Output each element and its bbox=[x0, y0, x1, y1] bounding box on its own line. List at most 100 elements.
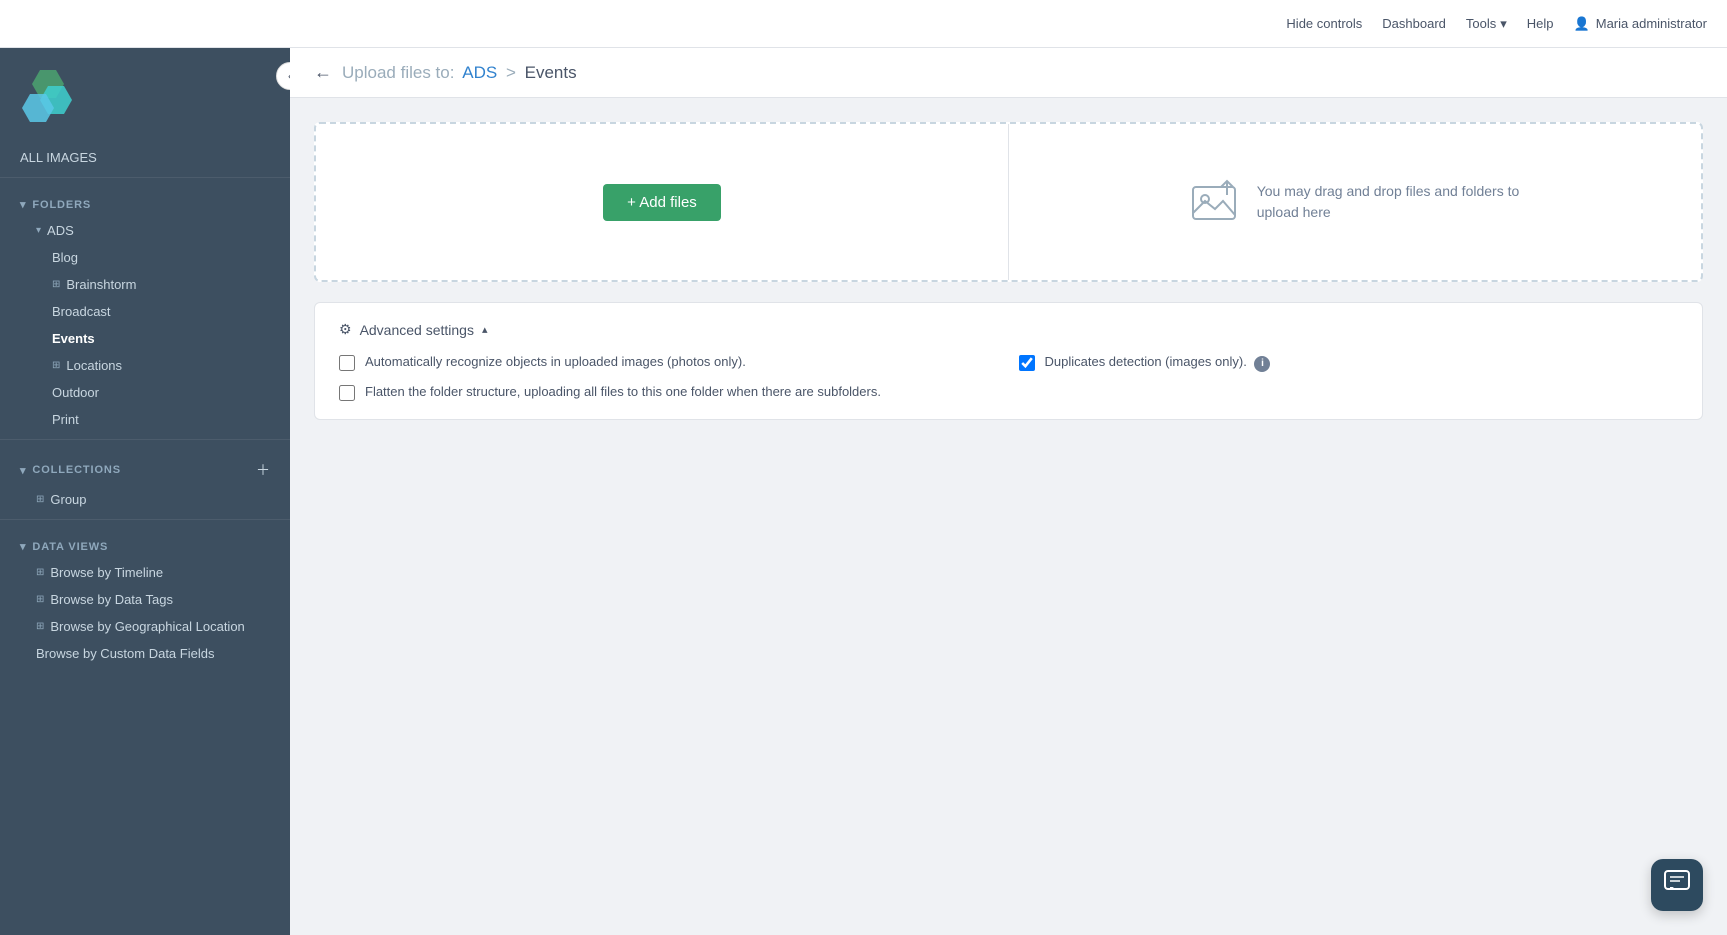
sidebar-item-brainshtorm[interactable]: ⊞ Brainshtorm bbox=[0, 271, 290, 298]
collections-add-icon[interactable]: ＋ bbox=[256, 460, 270, 480]
checkbox-auto-recognize[interactable] bbox=[339, 355, 355, 371]
all-images-label: ALL IMAGES bbox=[20, 150, 97, 165]
sidebar-item-locations[interactable]: ⊞ Locations bbox=[0, 352, 290, 379]
collections-section-label: ▾ COLLECTIONS bbox=[20, 464, 121, 477]
data-views-chevron-icon: ▾ bbox=[20, 540, 26, 553]
hide-controls-link[interactable]: Hide controls bbox=[1286, 16, 1362, 31]
checkbox-duplicates-row: Duplicates detection (images only). i bbox=[1019, 354, 1679, 372]
sidebar-item-outdoor[interactable]: Outdoor bbox=[0, 379, 290, 406]
user-icon: 👤 bbox=[1574, 16, 1590, 32]
checkbox-columns: Automatically recognize objects in uploa… bbox=[339, 354, 1678, 372]
path-ads-link[interactable]: ADS bbox=[462, 63, 497, 82]
broadcast-label: Broadcast bbox=[52, 304, 111, 319]
sidebar-item-browse-timeline[interactable]: ⊞ Browse by Timeline bbox=[0, 559, 290, 586]
app-logo bbox=[20, 66, 84, 130]
chat-button[interactable] bbox=[1651, 859, 1703, 911]
browse-data-tags-expand-icon: ⊞ bbox=[36, 594, 44, 605]
divider-2 bbox=[0, 439, 290, 440]
sidebar-item-print[interactable]: Print bbox=[0, 406, 290, 433]
browse-geo-expand-icon: ⊞ bbox=[36, 621, 44, 632]
browse-timeline-expand-icon: ⊞ bbox=[36, 567, 44, 578]
checkbox-flatten[interactable] bbox=[339, 385, 355, 401]
divider-1 bbox=[0, 177, 290, 178]
data-views-section-label: ▾ DATA VIEWS bbox=[20, 540, 108, 553]
ads-collapse-icon: ▾ bbox=[36, 225, 41, 236]
blog-label: Blog bbox=[52, 250, 78, 265]
page-title: Upload files to: ADS > Events bbox=[342, 63, 577, 83]
upload-icon-area bbox=[1191, 179, 1243, 225]
locations-expand-icon: ⊞ bbox=[52, 360, 60, 371]
tools-menu[interactable]: Tools ▾ bbox=[1466, 16, 1507, 32]
checkbox-auto-recognize-label: Automatically recognize objects in uploa… bbox=[365, 354, 746, 369]
checkbox-auto-recognize-row: Automatically recognize objects in uploa… bbox=[339, 354, 999, 372]
checkbox-duplicates-label: Duplicates detection (images only). i bbox=[1045, 354, 1271, 372]
checkbox-duplicates[interactable] bbox=[1019, 355, 1035, 371]
folders-label: ▾ FOLDERS bbox=[20, 198, 91, 211]
group-expand-icon: ⊞ bbox=[36, 494, 44, 505]
upload-area-wrapper: + Add files You may dra bbox=[290, 98, 1727, 935]
folders-header: ▾ FOLDERS bbox=[0, 184, 290, 217]
collections-chevron-icon: ▾ bbox=[20, 464, 26, 477]
upload-right-panel: You may drag and drop files and folders … bbox=[1009, 124, 1701, 280]
brainshtorm-expand-icon: ⊞ bbox=[52, 279, 60, 290]
browse-custom-label: Browse by Custom Data Fields bbox=[36, 646, 214, 661]
dashboard-link[interactable]: Dashboard bbox=[1382, 16, 1446, 31]
upload-label: Upload files to: bbox=[342, 63, 454, 82]
browse-data-tags-label: Browse by Data Tags bbox=[50, 592, 173, 607]
data-views-header: ▾ DATA VIEWS bbox=[0, 526, 290, 559]
drag-drop-line1: You may drag and drop files and folders … bbox=[1257, 183, 1520, 199]
upload-hint-text: You may drag and drop files and folders … bbox=[1257, 181, 1520, 223]
sidebar-item-group[interactable]: ⊞ Group bbox=[0, 486, 290, 513]
upload-image-icon bbox=[1191, 179, 1243, 225]
path-events: Events bbox=[525, 63, 577, 82]
sidebar-item-browse-custom[interactable]: Browse by Custom Data Fields bbox=[0, 640, 290, 667]
sidebar-item-ads[interactable]: ▾ ADS bbox=[0, 217, 290, 244]
sidebar-item-all-images[interactable]: ALL IMAGES bbox=[0, 144, 290, 171]
folders-chevron-icon: ▾ bbox=[20, 198, 26, 211]
page-header: ← Upload files to: ADS > Events bbox=[290, 48, 1727, 98]
path-separator: > bbox=[506, 63, 516, 82]
advanced-settings-section: ⚙ Advanced settings ▴ Automatically reco… bbox=[314, 302, 1703, 420]
info-icon[interactable]: i bbox=[1254, 356, 1270, 372]
ads-label: ADS bbox=[47, 223, 74, 238]
main-content: ← Upload files to: ADS > Events + Add fi… bbox=[290, 48, 1727, 935]
group-label: Group bbox=[50, 492, 86, 507]
browse-timeline-label: Browse by Timeline bbox=[50, 565, 163, 580]
topbar: Hide controls Dashboard Tools ▾ Help 👤 M… bbox=[0, 0, 1727, 48]
divider-3 bbox=[0, 519, 290, 520]
collapse-icon: ‹ bbox=[288, 69, 290, 83]
add-files-button[interactable]: + Add files bbox=[603, 184, 721, 221]
locations-label: Locations bbox=[66, 358, 122, 373]
brainshtorm-label: Brainshtorm bbox=[66, 277, 136, 292]
collections-header: ▾ COLLECTIONS ＋ bbox=[0, 446, 290, 486]
checkbox-flatten-row: Flatten the folder structure, uploading … bbox=[339, 384, 1678, 401]
advanced-settings-header[interactable]: ⚙ Advanced settings ▴ bbox=[339, 321, 1678, 338]
upload-left-panel: + Add files bbox=[316, 124, 1009, 280]
sidebar-item-browse-geo[interactable]: ⊞ Browse by Geographical Location bbox=[0, 613, 290, 640]
upload-drop-zone[interactable]: + Add files You may dra bbox=[314, 122, 1703, 282]
tools-label: Tools bbox=[1466, 16, 1496, 31]
outdoor-label: Outdoor bbox=[52, 385, 99, 400]
help-link[interactable]: Help bbox=[1527, 16, 1554, 31]
sidebar-item-broadcast[interactable]: Broadcast bbox=[0, 298, 290, 325]
chat-icon bbox=[1664, 870, 1690, 900]
checkbox-flatten-label: Flatten the folder structure, uploading … bbox=[365, 384, 881, 399]
gear-icon: ⚙ bbox=[339, 321, 352, 338]
advanced-settings-label: Advanced settings bbox=[360, 322, 474, 338]
drag-drop-line2: upload here bbox=[1257, 204, 1331, 220]
back-button[interactable]: ← bbox=[314, 62, 332, 83]
tools-chevron-icon: ▾ bbox=[1500, 16, 1507, 32]
browse-geo-label: Browse by Geographical Location bbox=[50, 619, 244, 634]
user-label: Maria administrator bbox=[1596, 16, 1707, 31]
sidebar-item-blog[interactable]: Blog bbox=[0, 244, 290, 271]
sidebar: ‹ ALL IMAGES ▾ FOLDERS ▾ ADS Blog ⊞ Brai… bbox=[0, 48, 290, 935]
print-label: Print bbox=[52, 412, 79, 427]
events-label: Events bbox=[52, 331, 95, 346]
sidebar-logo bbox=[0, 48, 290, 144]
user-menu[interactable]: 👤 Maria administrator bbox=[1574, 16, 1707, 32]
advanced-options: Automatically recognize objects in uploa… bbox=[339, 354, 1678, 401]
sidebar-item-events[interactable]: Events bbox=[0, 325, 290, 352]
sidebar-item-browse-data-tags[interactable]: ⊞ Browse by Data Tags bbox=[0, 586, 290, 613]
app-body: ‹ ALL IMAGES ▾ FOLDERS ▾ ADS Blog ⊞ Brai… bbox=[0, 48, 1727, 935]
advanced-chevron-icon: ▴ bbox=[482, 323, 488, 336]
